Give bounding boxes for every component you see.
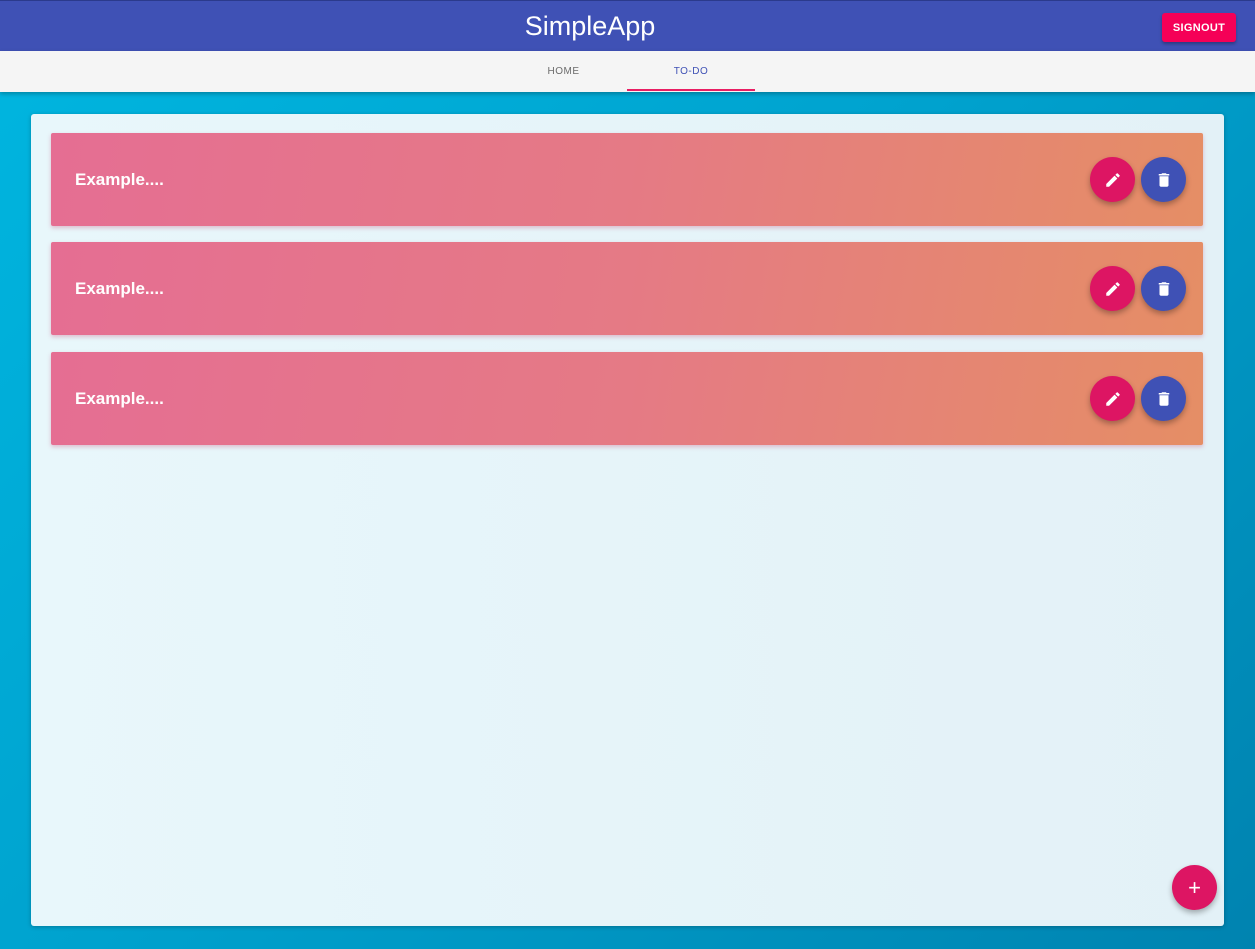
trash-icon bbox=[1158, 391, 1169, 406]
todo-item: Example.... bbox=[51, 242, 1203, 335]
app-title-text: SimpleApp bbox=[524, 11, 656, 41]
tab-todo[interactable]: TO-DO bbox=[627, 51, 755, 92]
edit-button[interactable] bbox=[1090, 157, 1135, 202]
edit-button[interactable] bbox=[1090, 376, 1135, 421]
todo-panel: Example.... Example.... Example.... + bbox=[31, 114, 1224, 926]
delete-button[interactable] bbox=[1141, 376, 1186, 421]
tab-home[interactable]: HOME bbox=[500, 51, 627, 92]
pencil-icon bbox=[1105, 391, 1120, 406]
tab-bar: HOME TO-DO bbox=[0, 51, 1255, 92]
active-tab-indicator bbox=[627, 89, 755, 91]
app-bar: SimpleApp SIGNOUT bbox=[0, 0, 1255, 51]
trash-icon bbox=[1158, 281, 1169, 296]
delete-button[interactable] bbox=[1141, 266, 1186, 311]
app-title: SimpleApp bbox=[0, 9, 1180, 43]
todo-item: Example.... bbox=[51, 133, 1203, 226]
add-todo-button[interactable]: + bbox=[1172, 865, 1217, 910]
trash-icon bbox=[1158, 172, 1169, 187]
pencil-icon bbox=[1105, 172, 1120, 187]
todo-text: Example.... bbox=[75, 170, 164, 189]
todo-text: Example.... bbox=[75, 389, 164, 408]
edit-button[interactable] bbox=[1090, 266, 1135, 311]
pencil-icon bbox=[1105, 281, 1120, 296]
delete-button[interactable] bbox=[1141, 157, 1186, 202]
plus-icon: + bbox=[1188, 875, 1201, 900]
signout-button[interactable]: SIGNOUT bbox=[1162, 13, 1236, 42]
todo-text: Example.... bbox=[75, 279, 164, 298]
todo-item: Example.... bbox=[51, 352, 1203, 445]
